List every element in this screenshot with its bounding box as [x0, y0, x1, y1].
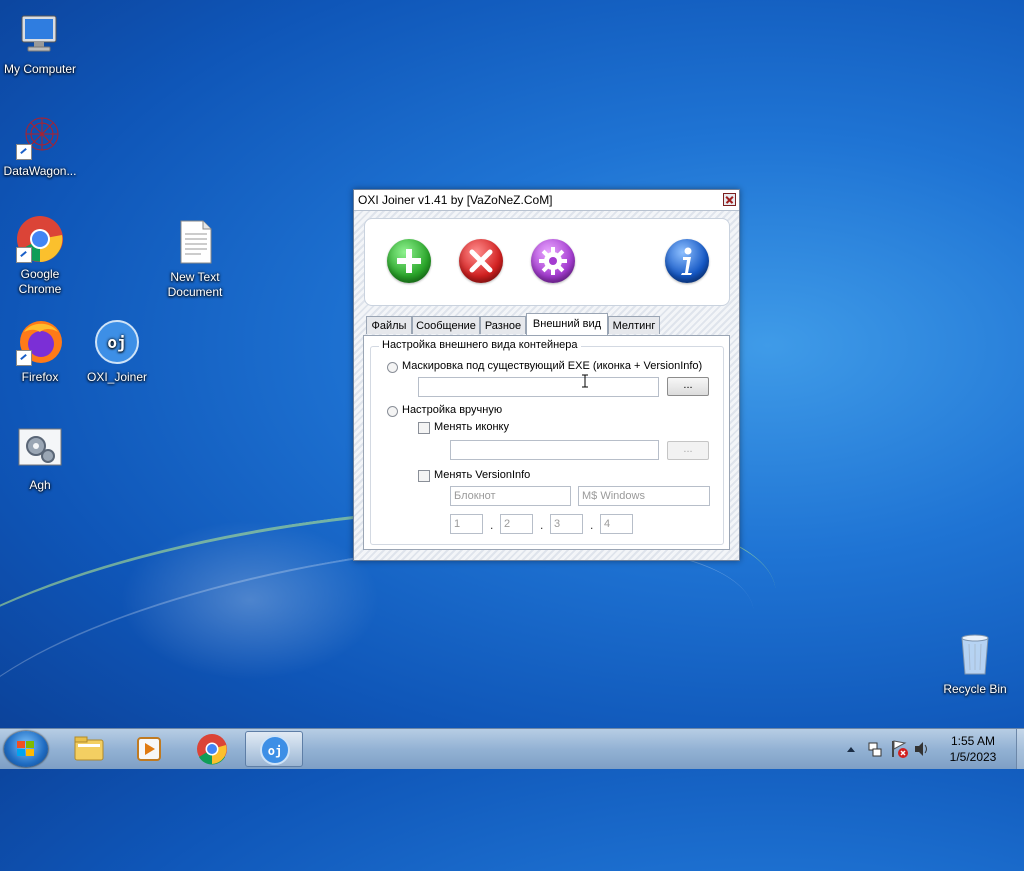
media-player-icon — [137, 737, 161, 761]
icon-path-field[interactable] — [450, 440, 659, 460]
x-icon — [459, 239, 503, 283]
tab-message[interactable]: Сообщение — [412, 316, 480, 334]
close-button[interactable] — [723, 193, 736, 206]
change-icon-label[interactable]: Менять иконку — [434, 421, 509, 433]
change-versioninfo-label[interactable]: Менять VersionInfo — [434, 469, 530, 481]
desktop-icon-label: Firefox — [21, 370, 59, 384]
show-hidden-icons-icon[interactable] — [847, 747, 855, 752]
start-button[interactable] — [4, 731, 48, 767]
folder-icon — [74, 736, 104, 761]
network-icon[interactable] — [868, 742, 882, 757]
desktop-icon-label: Recycle Bin — [943, 682, 1007, 696]
system-tray — [845, 729, 930, 769]
browse-icon-button[interactable]: ... — [667, 441, 709, 460]
taskbar-oxi-joiner[interactable]: oj — [245, 731, 303, 767]
desktop-icon-label: My Computer — [3, 62, 77, 76]
version-separator: . — [540, 518, 544, 532]
tab-files[interactable]: Файлы — [366, 316, 412, 334]
taskbar-explorer[interactable] — [60, 731, 118, 767]
radio-manual[interactable] — [387, 406, 398, 417]
version-minor-field[interactable]: 2 — [500, 514, 533, 534]
desktop-icon-new-text-document[interactable]: New Text Document — [155, 218, 235, 300]
taskbar-chrome[interactable] — [183, 731, 241, 767]
radio-mask-exe[interactable] — [387, 362, 398, 373]
info-icon — [665, 239, 709, 283]
chrome-icon — [16, 215, 64, 263]
svg-text:oj: oj — [268, 744, 282, 758]
settings-app-icon — [16, 426, 64, 474]
radio-manual-label[interactable]: Настройка вручную — [402, 404, 502, 416]
add-button[interactable] — [387, 239, 431, 283]
desktop-icon-google-chrome[interactable]: Google Chrome — [0, 215, 80, 297]
chrome-icon — [197, 734, 227, 765]
datawagon-icon — [16, 112, 64, 160]
change-icon-checkbox[interactable] — [418, 422, 430, 434]
tab-appearance[interactable]: Внешний вид — [526, 313, 608, 335]
appearance-groupbox: Настройка внешнего вида контейнера Маски… — [370, 339, 724, 545]
version-major-field[interactable]: 1 — [450, 514, 483, 534]
version-separator: . — [490, 518, 494, 532]
taskbar: oj 1:55 AM 1/5/2023 — [0, 728, 1024, 769]
svg-text:oj: oj — [107, 333, 126, 352]
tab-melting[interactable]: Мелтинг — [608, 316, 660, 334]
remove-button[interactable] — [459, 239, 503, 283]
window-title: OXI Joiner v1.41 by [VaZoNeZ.CoM] — [358, 193, 553, 207]
clock[interactable]: 1:55 AM 1/5/2023 — [930, 733, 1016, 765]
version-separator: . — [590, 518, 594, 532]
shortcut-arrow-icon — [16, 247, 32, 263]
shortcut-arrow-icon — [16, 350, 32, 366]
oxi-joiner-icon: oj — [93, 318, 141, 366]
desktop-icon-label: DataWagon... — [3, 164, 77, 178]
text-cursor-icon — [582, 374, 588, 388]
radio-mask-exe-label[interactable]: Маскировка под существующий EXE (иконка … — [402, 360, 702, 372]
desktop-icon-label: New Text Document — [167, 270, 223, 299]
tab-misc[interactable]: Разное — [480, 316, 526, 334]
plus-icon — [387, 239, 431, 283]
version-revision-field[interactable]: 4 — [600, 514, 633, 534]
info-button[interactable] — [665, 239, 709, 283]
show-desktop-button[interactable] — [1016, 729, 1024, 769]
desktop-icon-label: Agh — [29, 478, 51, 492]
firefox-icon — [16, 318, 64, 366]
toolbar-panel — [364, 218, 730, 306]
oxi-joiner-icon: oj — [260, 735, 290, 765]
appearance-tab-panel: Настройка внешнего вида контейнера Маски… — [363, 335, 730, 550]
group-title: Настройка внешнего вида контейнера — [379, 339, 581, 351]
taskbar-media-player[interactable] — [120, 731, 178, 767]
oxi-joiner-window: OXI Joiner v1.41 by [VaZoNeZ.CoM] Файлы — [353, 189, 740, 561]
desktop-icon-recycle-bin[interactable]: Recycle Bin — [935, 630, 1015, 697]
title-bar[interactable]: OXI Joiner v1.41 by [VaZoNeZ.CoM] — [354, 190, 739, 211]
clock-date: 1/5/2023 — [949, 750, 997, 764]
clock-time: 1:55 AM — [950, 734, 996, 748]
company-field[interactable]: M$ Windows — [578, 486, 710, 506]
action-center-flag-icon[interactable] — [892, 740, 908, 758]
volume-icon[interactable] — [915, 742, 927, 756]
desktop-icon-agh[interactable]: Agh — [0, 426, 80, 493]
exe-path-field[interactable] — [418, 377, 659, 397]
recycle-bin-icon — [951, 630, 999, 678]
change-versioninfo-checkbox[interactable] — [418, 470, 430, 482]
version-build-field[interactable]: 3 — [550, 514, 583, 534]
desktop-icon-my-computer[interactable]: My Computer — [0, 10, 80, 77]
text-document-icon — [171, 218, 219, 266]
desktop-icon-firefox[interactable]: Firefox — [0, 318, 80, 385]
desktop-icon-label: Google Chrome — [18, 267, 62, 296]
shortcut-arrow-icon — [16, 144, 32, 160]
product-name-field[interactable]: Блокнот — [450, 486, 571, 506]
desktop-icon-datawagon[interactable]: DataWagon... — [0, 112, 80, 179]
windows-logo-icon — [17, 741, 34, 756]
desktop-icon-oxi-joiner[interactable]: oj OXI_Joiner — [77, 318, 157, 385]
computer-icon — [16, 10, 64, 58]
desktop-icon-label: OXI_Joiner — [86, 370, 148, 384]
gear-icon — [531, 239, 575, 283]
settings-button[interactable] — [531, 239, 575, 283]
browse-exe-button[interactable]: ... — [667, 377, 709, 396]
